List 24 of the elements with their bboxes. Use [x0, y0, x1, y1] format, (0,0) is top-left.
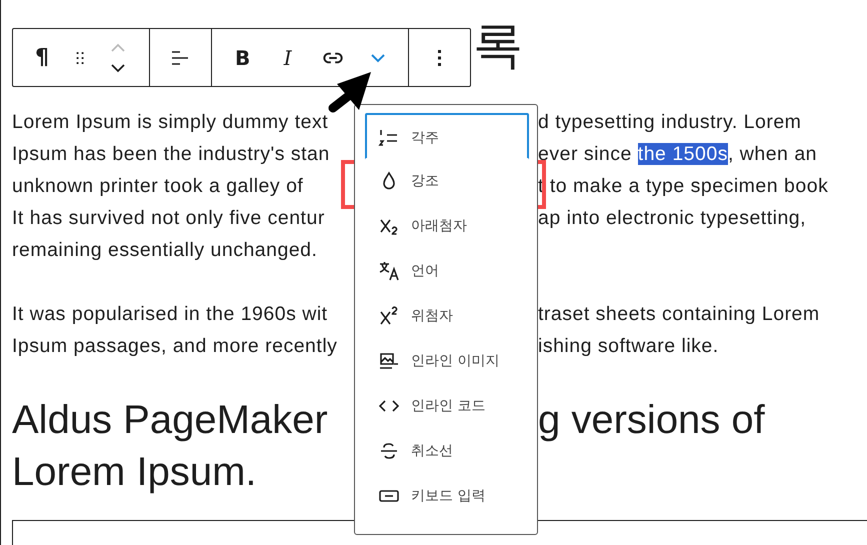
heading-text: Lorem Ipsum.: [12, 449, 257, 496]
paragraph-text: remaining essentially unchanged.: [12, 238, 318, 263]
chevron-down-icon: [370, 52, 386, 62]
italic-button[interactable]: I: [265, 38, 310, 78]
paragraph-text: It has survived not only five centur: [12, 206, 325, 231]
pointer-arrow: [328, 72, 371, 112]
paragraph-text: Lorem Ipsum is simply dummy text: [12, 110, 328, 135]
paragraph-text: d typesetting industry. Lorem: [538, 110, 802, 135]
paragraph-text: Ipsum has been the industry's stan: [12, 142, 330, 167]
heading-text: Aldus PageMaker: [12, 397, 328, 444]
more-icon: [438, 50, 441, 66]
paragraph-text: ishing software like.: [538, 334, 719, 359]
chevron-down-icon: [109, 62, 127, 72]
chevron-up-icon: [109, 42, 127, 52]
paragraph-text: It was popularised in the 1960s wit: [12, 302, 328, 327]
paragraph-text: ever since the 1500s, when an: [538, 142, 818, 167]
paragraph-text: traset sheets containing Lorem: [538, 302, 820, 327]
paragraph-text: unknown printer took a galley of: [12, 174, 304, 199]
heading-text: g versions of: [538, 397, 765, 444]
paragraph-text: Ipsum passages, and more recently: [12, 334, 338, 359]
paragraph-button[interactable]: ¶: [23, 38, 61, 78]
heading-text: 록: [473, 20, 523, 70]
paragraph-text: ap into electronic typesetting,: [538, 206, 806, 231]
bold-button[interactable]: B: [220, 38, 266, 78]
